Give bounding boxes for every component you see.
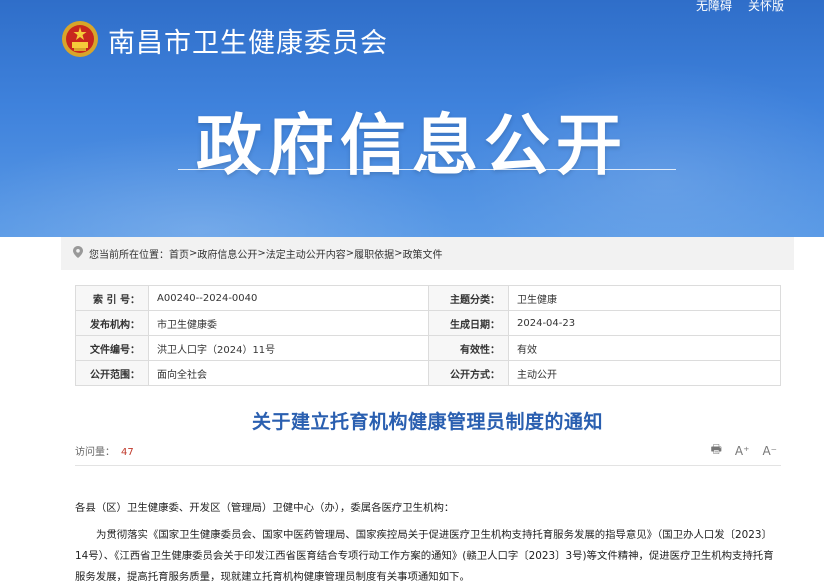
article-tools: 🖶 A⁺ A⁻ — [711, 440, 777, 461]
document-title: 关于建立托育机构健康管理员制度的通知 — [251, 411, 603, 433]
scope-label: 公开范围： — [75, 360, 149, 386]
breadcrumb-statutory[interactable]: 法定主动公开内容 — [266, 246, 346, 261]
banner-title: 政府信息公开 — [196, 107, 628, 184]
main-content: 您当前所在位置： 首页 > 政府信息公开 > 法定主动公开内容 > 履职依据 > 政策文… — [61, 237, 794, 587]
scope-value: 面向全社会 — [148, 360, 429, 386]
date-label: 生成日期： — [428, 310, 509, 336]
date-value: 2024-04-23 — [508, 310, 781, 336]
header-banner: 无障碍 关怀版 南昌市卫生健康委员会 政府信息公开 — [0, 0, 824, 237]
breadcrumb: 您当前所在位置： 首页 > 政府信息公开 > 法定主动公开内容 > 履职依据 > 政策文… — [61, 237, 794, 270]
banner-divider — [178, 169, 676, 170]
publish-mode-label: 公开方式： — [428, 360, 509, 386]
visit-count: 访问量： 47 — [75, 443, 134, 458]
breadcrumb-separator: > — [189, 248, 198, 259]
category-value: 卫生健康 — [508, 285, 781, 311]
index-value: A00240--2024-0040 — [148, 285, 429, 311]
validity-label: 有效性： — [428, 335, 509, 361]
breadcrumb-gov-info[interactable]: 政府信息公开 — [197, 246, 257, 261]
validity-value: 有效 — [508, 335, 781, 361]
visits-label: 访问量： — [75, 447, 115, 458]
breadcrumb-prefix: 您当前所在位置： — [89, 250, 169, 261]
doc-number-label: 文件编号： — [75, 335, 149, 361]
document-info-table: 索 引 号： A00240--2024-0040 主题分类： 卫生健康 发布机构… — [75, 285, 781, 386]
table-row: 发布机构： 市卫生健康委 生成日期： 2024-04-23 — [75, 310, 781, 336]
national-emblem-icon[interactable] — [60, 19, 100, 63]
index-label: 索 引 号： — [75, 285, 149, 311]
table-row: 索 引 号： A00240--2024-0040 主题分类： 卫生健康 — [75, 285, 781, 311]
location-pin-icon — [73, 246, 83, 261]
salutation: 各县（区）卫生健康委、开发区（管理局）卫健中心（办），委属各医疗卫生机构： — [75, 502, 455, 514]
top-links: 无障碍 关怀版 — [696, 0, 784, 14]
breadcrumb-separator: > — [345, 248, 355, 259]
breadcrumb-home[interactable]: 首页 — [169, 246, 189, 261]
accessibility-link[interactable]: 无障碍 — [696, 0, 732, 14]
publisher-label: 发布机构： — [75, 310, 149, 336]
breadcrumb-separator: > — [257, 248, 266, 259]
breadcrumb-policy-docs[interactable]: 政策文件 — [403, 246, 443, 261]
publisher-value: 市卫生健康委 — [148, 310, 429, 336]
site-name[interactable]: 南昌市卫生健康委员会 — [108, 21, 388, 60]
document-body: 各县（区）卫生健康委、开发区（管理局）卫健中心（办），委属各医疗卫生机构： 为贯… — [75, 498, 782, 587]
doc-number-value: 洪卫人口字（2024）11号 — [148, 335, 429, 361]
font-decrease-icon[interactable]: A⁻ — [762, 444, 777, 458]
table-row: 文件编号： 洪卫人口字（2024）11号 有效性： 有效 — [75, 335, 781, 361]
document-meta: 访问量： 47 🖶 A⁺ A⁻ — [75, 440, 781, 466]
visits-value: 47 — [121, 447, 134, 458]
font-increase-icon[interactable]: A⁺ — [735, 444, 750, 458]
category-label: 主题分类： — [428, 285, 509, 311]
body-paragraph: 为贯彻落实《国家卫生健康委员会、国家中医药管理局、国家疾控局关于促进医疗卫生机构… — [75, 529, 774, 583]
breadcrumb-duty-basis[interactable]: 履职依据 — [354, 246, 394, 261]
breadcrumb-separator: > — [394, 248, 403, 259]
care-mode-link[interactable]: 关怀版 — [748, 0, 784, 14]
publish-mode-value: 主动公开 — [508, 360, 781, 386]
table-row: 公开范围： 面向全社会 公开方式： 主动公开 — [75, 360, 781, 386]
print-icon[interactable]: 🖶 — [711, 440, 722, 461]
